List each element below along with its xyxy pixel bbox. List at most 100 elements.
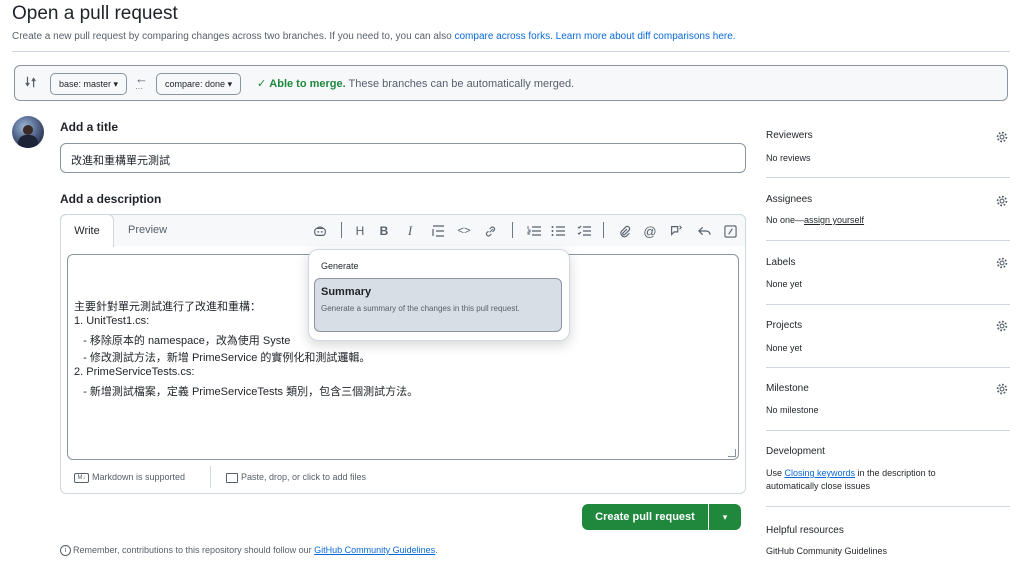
compare-branch-select[interactable]: compare: done ▾	[156, 73, 242, 95]
labels-label[interactable]: Labels	[766, 257, 795, 268]
markdown-note-label: Markdown is supported	[92, 472, 186, 482]
copilot-icon[interactable]	[312, 223, 328, 239]
merge-status-label: Able to merge.	[269, 78, 346, 90]
description-line: - 修改測試方法，新增 PrimeService 的實例化和測試邏輯。	[74, 352, 371, 364]
reply-icon[interactable]	[696, 223, 712, 239]
milestone-value: No milestone	[766, 405, 819, 415]
code-icon[interactable]: <>	[456, 223, 472, 239]
resize-handle[interactable]	[728, 449, 736, 457]
learn-more-link[interactable]: Learn more about diff comparisons here.	[556, 31, 736, 42]
subtitle-text: Create a new pull request by comparing c…	[12, 31, 455, 42]
description-heading: Add a description	[60, 192, 162, 206]
sidebar-divider	[766, 506, 1010, 507]
contribution-note-end: .	[435, 545, 438, 555]
milestone-gear-icon[interactable]	[995, 382, 1009, 401]
merge-status: ✓ Able to merge. These branches can be a…	[257, 77, 574, 90]
attach-files-button[interactable]: Paste, drop, or click to add files	[226, 472, 366, 483]
chevron-down-icon: ▾	[113, 79, 119, 89]
slash-commands-icon[interactable]	[722, 223, 738, 239]
ordered-list-icon[interactable]	[526, 223, 542, 239]
development-label: Development	[766, 446, 825, 457]
contribution-note-text: Remember, contributions to this reposito…	[73, 545, 315, 555]
create-pr-button[interactable]: Create pull request	[582, 504, 708, 530]
projects-label[interactable]: Projects	[766, 320, 802, 331]
development-text-pre: Use	[766, 468, 785, 478]
tab-preview-label: Preview	[128, 224, 168, 236]
markdown-icon: M↓	[74, 472, 89, 483]
chevron-down-icon: ▾	[227, 79, 233, 89]
base-branch-label: base: master	[59, 79, 112, 89]
mention-icon[interactable]: @	[642, 223, 658, 239]
tab-preview[interactable]: Preview	[128, 224, 167, 236]
compare-icon	[24, 75, 38, 94]
footer-divider	[210, 466, 211, 488]
sidebar-divider	[766, 240, 1010, 241]
milestone-label[interactable]: Milestone	[766, 383, 809, 394]
quote-icon[interactable]	[430, 223, 446, 239]
community-guidelines-link[interactable]: GitHub Community Guidelines	[314, 545, 435, 555]
info-icon: i	[60, 545, 71, 557]
summary-title: Summary	[321, 286, 372, 298]
summary-desc: Generate a summary of the changes in thi…	[321, 304, 520, 313]
title-input[interactable]: 改進和重構單元測試	[60, 143, 746, 173]
projects-value: None yet	[766, 343, 803, 353]
task-list-icon[interactable]	[576, 223, 592, 239]
assign-yourself-link[interactable]: assign yourself	[804, 215, 864, 225]
assignees-value: No one—assign yourself	[766, 215, 864, 225]
sidebar-divider	[766, 177, 1010, 178]
tab-write-label: Write	[74, 225, 100, 237]
heading-icon[interactable]: H	[352, 223, 368, 239]
arrow-left-icon: ← ···	[135, 71, 148, 93]
reviewers-value: No reviews	[766, 153, 811, 163]
sidebar-divider	[766, 430, 1010, 431]
cross-reference-icon[interactable]	[668, 223, 684, 239]
assignees-label[interactable]: Assignees	[766, 194, 812, 205]
sidebar-divider	[766, 304, 1010, 305]
create-pr-dropdown[interactable]: ▾	[709, 504, 741, 530]
tab-write[interactable]: Write	[60, 214, 114, 247]
projects-gear-icon[interactable]	[995, 319, 1009, 338]
helpful-resources-label: Helpful resources	[766, 525, 844, 536]
toolbar-divider	[512, 222, 513, 238]
reviewers-label[interactable]: Reviewers	[766, 130, 813, 141]
merge-status-text: These branches can be automatically merg…	[348, 78, 575, 90]
compare-forks-link[interactable]: compare across forks.	[454, 31, 552, 42]
page-subtitle: Create a new pull request by comparing c…	[12, 31, 736, 42]
description-line: 主要針對單元測試進行了改進和重構：	[74, 301, 261, 313]
create-pr-label: Create pull request	[595, 511, 695, 523]
generate-heading: Generate	[321, 261, 359, 271]
description-line: 2. PrimeServiceTests.cs:	[74, 366, 195, 378]
attach-files-label: Paste, drop, or click to add files	[241, 472, 367, 482]
toolbar-divider	[603, 222, 604, 238]
labels-value: None yet	[766, 279, 803, 289]
closing-keywords-link[interactable]: Closing keywords	[785, 468, 856, 478]
resources-guidelines-link[interactable]: GitHub Community Guidelines	[766, 546, 887, 556]
image-icon	[226, 472, 238, 483]
assignees-gear-icon[interactable]	[995, 194, 1009, 213]
page-title: Open a pull request	[12, 3, 178, 24]
check-icon: ✓	[257, 78, 267, 90]
toolbar-divider	[341, 222, 342, 238]
base-branch-select[interactable]: base: master ▾	[50, 73, 128, 95]
avatar[interactable]	[12, 116, 44, 148]
chevron-down-icon: ▾	[722, 512, 728, 522]
bold-icon[interactable]: B	[376, 223, 392, 239]
sidebar-divider	[766, 367, 1010, 368]
contribution-note: i Remember, contributions to this reposit…	[60, 545, 438, 557]
summary-menu-item[interactable]: Summary Generate a summary of the change…	[314, 278, 562, 332]
italic-icon[interactable]: I	[402, 223, 418, 239]
title-heading: Add a title	[60, 120, 119, 134]
labels-gear-icon[interactable]	[995, 256, 1009, 275]
assignees-text: No one—	[766, 215, 805, 225]
compare-branch-label: compare: done	[165, 79, 226, 89]
header-divider	[12, 51, 1010, 52]
description-line: - 新增測試檔案，定義 PrimeServiceTests 類別，包含三個測試方…	[74, 386, 419, 398]
title-input-value: 改進和重構單元測試	[71, 155, 170, 167]
markdown-note[interactable]: M↓ Markdown is supported	[74, 472, 185, 483]
unordered-list-icon[interactable]	[550, 223, 566, 239]
development-text: Use Closing keywords in the description …	[766, 467, 966, 493]
link-icon[interactable]	[482, 223, 498, 239]
attach-icon[interactable]	[616, 223, 632, 239]
reviewers-gear-icon[interactable]	[995, 130, 1009, 149]
description-line: 1. UnitTest1.cs:	[74, 315, 150, 327]
